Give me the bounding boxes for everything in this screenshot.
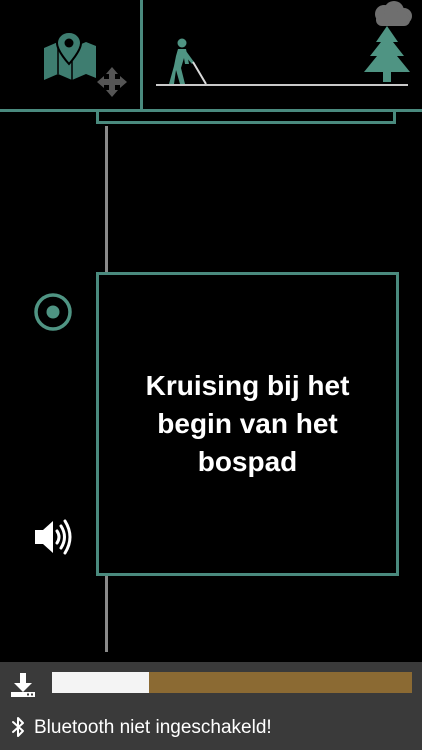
track-line-top [105, 126, 108, 272]
locate-button[interactable] [33, 292, 73, 332]
pine-tree-icon [360, 0, 414, 86]
download-button[interactable] [10, 672, 36, 698]
waypoint-card[interactable]: Kruising bij het begin van het bospad [96, 272, 399, 576]
download-progress-fill [52, 672, 150, 693]
blind-walker-icon [168, 38, 208, 86]
cloud-icon [375, 1, 412, 26]
download-progress-bar [52, 672, 412, 693]
speaker-button[interactable] [32, 517, 74, 557]
speaker-icon [35, 519, 72, 555]
locate-icon [34, 293, 72, 331]
bluetooth-icon [10, 716, 26, 738]
top-vertical-divider [140, 0, 143, 110]
waypoint-description: Kruising bij het begin van het bospad [145, 370, 350, 477]
move-arrows-icon [97, 67, 127, 97]
bluetooth-status-message: Bluetooth niet ingeschakeld! [34, 717, 272, 738]
move-button[interactable] [96, 66, 128, 98]
track-line-bottom [105, 576, 108, 652]
track-bracket [96, 112, 396, 124]
download-icon [11, 673, 35, 697]
